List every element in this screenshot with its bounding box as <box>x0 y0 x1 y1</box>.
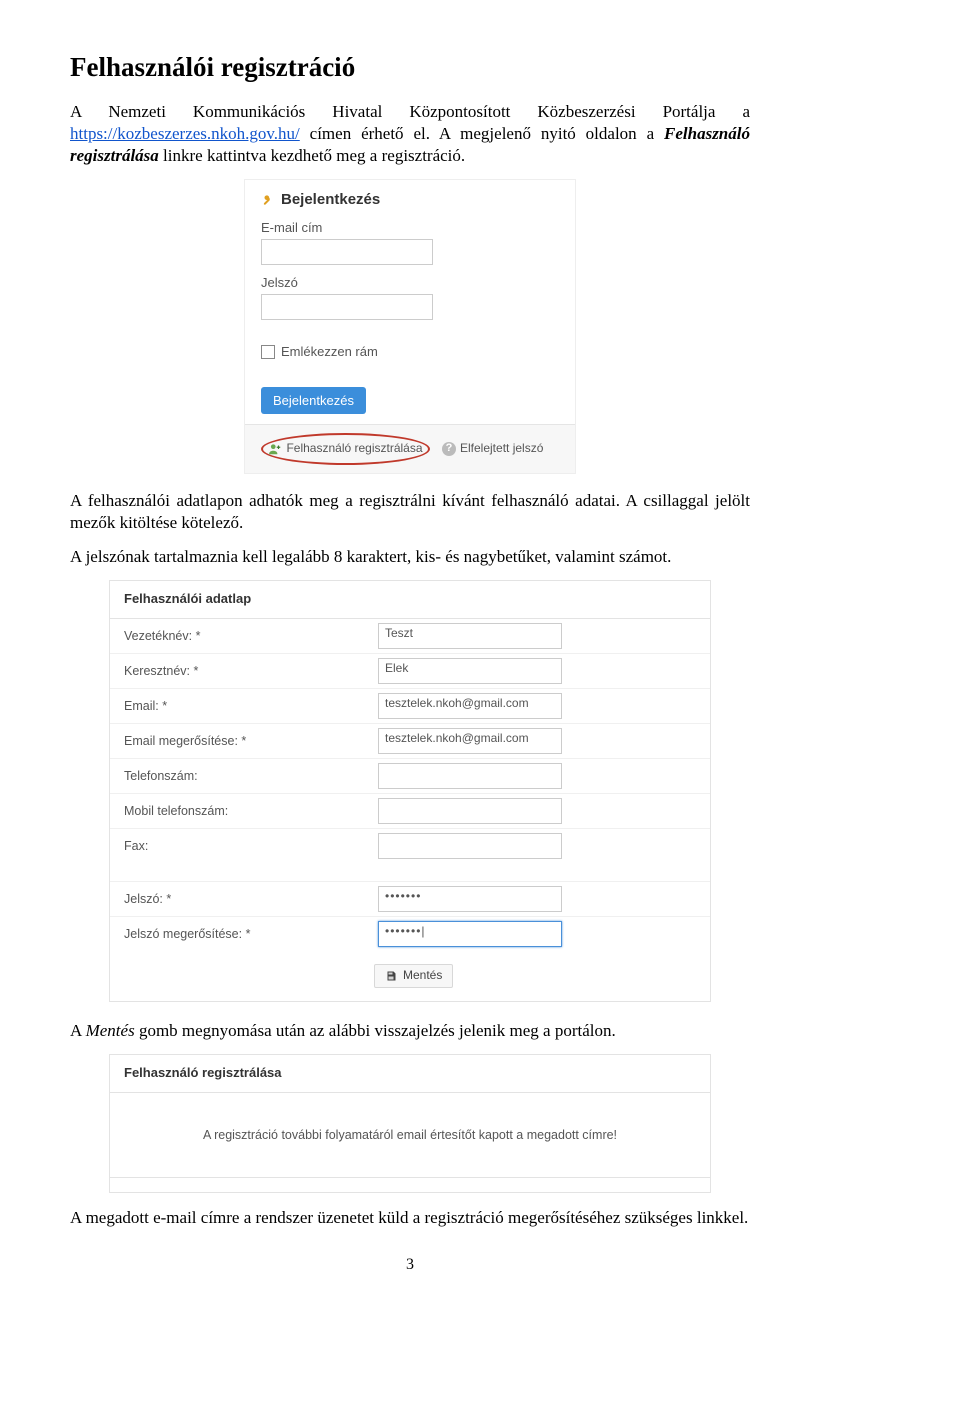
confirmation-message: A regisztráció további folyamatáról emai… <box>110 1093 710 1178</box>
field-input[interactable]: Teszt <box>378 623 562 649</box>
form-title: Felhasználói adatlap <box>110 581 710 619</box>
password-input[interactable] <box>261 294 433 320</box>
password-label: Jelszó <box>261 275 559 292</box>
text: A <box>70 1021 86 1040</box>
highlight-circle: Felhasználó regisztrálása <box>261 433 430 465</box>
form-row: Mobil telefonszám: <box>110 794 710 829</box>
form-row: Fax: <box>110 829 710 863</box>
save-button[interactable]: Mentés <box>374 964 453 988</box>
text: gomb megnyomása után az alábbi visszajel… <box>139 1021 616 1040</box>
save-name: Mentés <box>86 1021 135 1040</box>
confirmation-screenshot: Felhasználó regisztrálása A regisztráció… <box>109 1054 711 1193</box>
password-field[interactable]: ••••••• <box>378 886 562 912</box>
field-label: Jelszó megerősítése: * <box>110 920 374 948</box>
paragraph-3: A jelszónak tartalmaznia kell legalább 8… <box>70 546 750 568</box>
form-row: Telefonszám: <box>110 759 710 794</box>
field-label: Email megerősítése: * <box>110 727 374 755</box>
paragraph-5: A megadott e-mail címre a rendszer üzene… <box>70 1207 750 1229</box>
page-number: 3 <box>70 1255 750 1276</box>
email-input[interactable] <box>261 239 433 265</box>
login-screenshot: Bejelentkezés E-mail cím Jelszó Emlékezz… <box>244 179 576 473</box>
password-field[interactable]: •••••••| <box>378 921 562 947</box>
field-label: Vezetéknév: * <box>110 622 374 650</box>
text: A Nemzeti Kommunikációs Hivatal Központo… <box>70 102 750 121</box>
field-input[interactable] <box>378 798 562 824</box>
field-label: Mobil telefonszám: <box>110 797 374 825</box>
email-label: E-mail cím <box>261 220 559 237</box>
key-icon <box>261 193 275 207</box>
field-label: Email: * <box>110 692 374 720</box>
confirmation-title: Felhasználó regisztrálása <box>110 1055 710 1093</box>
form-row: Vezetéknév: *Teszt <box>110 619 710 654</box>
form-row: Email megerősítése: *tesztelek.nkoh@gmai… <box>110 724 710 759</box>
text: címen érhető el. A megjelenő nyitó oldal… <box>310 124 664 143</box>
paragraph-2: A felhasználói adatlapon adhatók meg a r… <box>70 490 750 534</box>
remember-label: Emlékezzen rám <box>281 344 378 361</box>
user-plus-icon <box>268 442 282 456</box>
portal-url-link[interactable]: https://kozbeszerzes.nkoh.gov.hu/ <box>70 124 300 143</box>
login-title-text: Bejelentkezés <box>281 190 380 210</box>
field-label: Telefonszám: <box>110 762 374 790</box>
field-label: Jelszó: * <box>110 885 374 913</box>
save-button-label: Mentés <box>403 968 442 984</box>
form-row: Jelszó megerősítése: *•••••••| <box>110 917 710 951</box>
login-button[interactable]: Bejelentkezés <box>261 387 366 414</box>
text: linkre kattintva kezdhető meg a regisztr… <box>163 146 465 165</box>
form-row: Email: *tesztelek.nkoh@gmail.com <box>110 689 710 724</box>
field-label: Fax: <box>110 832 374 860</box>
field-input[interactable]: Elek <box>378 658 562 684</box>
remember-checkbox[interactable] <box>261 345 275 359</box>
intro-paragraph: A Nemzeti Kommunikációs Hivatal Központo… <box>70 101 750 167</box>
paragraph-4: A Mentés gomb megnyomása után az alábbi … <box>70 1020 750 1042</box>
field-label: Keresztnév: * <box>110 657 374 685</box>
field-input[interactable] <box>378 763 562 789</box>
user-data-form-screenshot: Felhasználói adatlap Vezetéknév: *TesztK… <box>109 580 711 1002</box>
field-input[interactable]: tesztelek.nkoh@gmail.com <box>378 728 562 754</box>
login-footer-links: Felhasználó regisztrálása ? Elfelejtett … <box>245 424 575 473</box>
save-icon <box>385 970 397 982</box>
forgot-password-link[interactable]: Elfelejtett jelszó <box>460 441 543 457</box>
field-input[interactable]: tesztelek.nkoh@gmail.com <box>378 693 562 719</box>
question-icon: ? <box>442 442 456 456</box>
form-row: Keresztnév: *Elek <box>110 654 710 689</box>
form-row: Jelszó: *••••••• <box>110 882 710 917</box>
field-input[interactable] <box>378 833 562 859</box>
register-user-link[interactable]: Felhasználó regisztrálása <box>286 441 422 457</box>
page-heading: Felhasználói regisztráció <box>70 50 750 85</box>
login-title: Bejelentkezés <box>261 190 559 210</box>
